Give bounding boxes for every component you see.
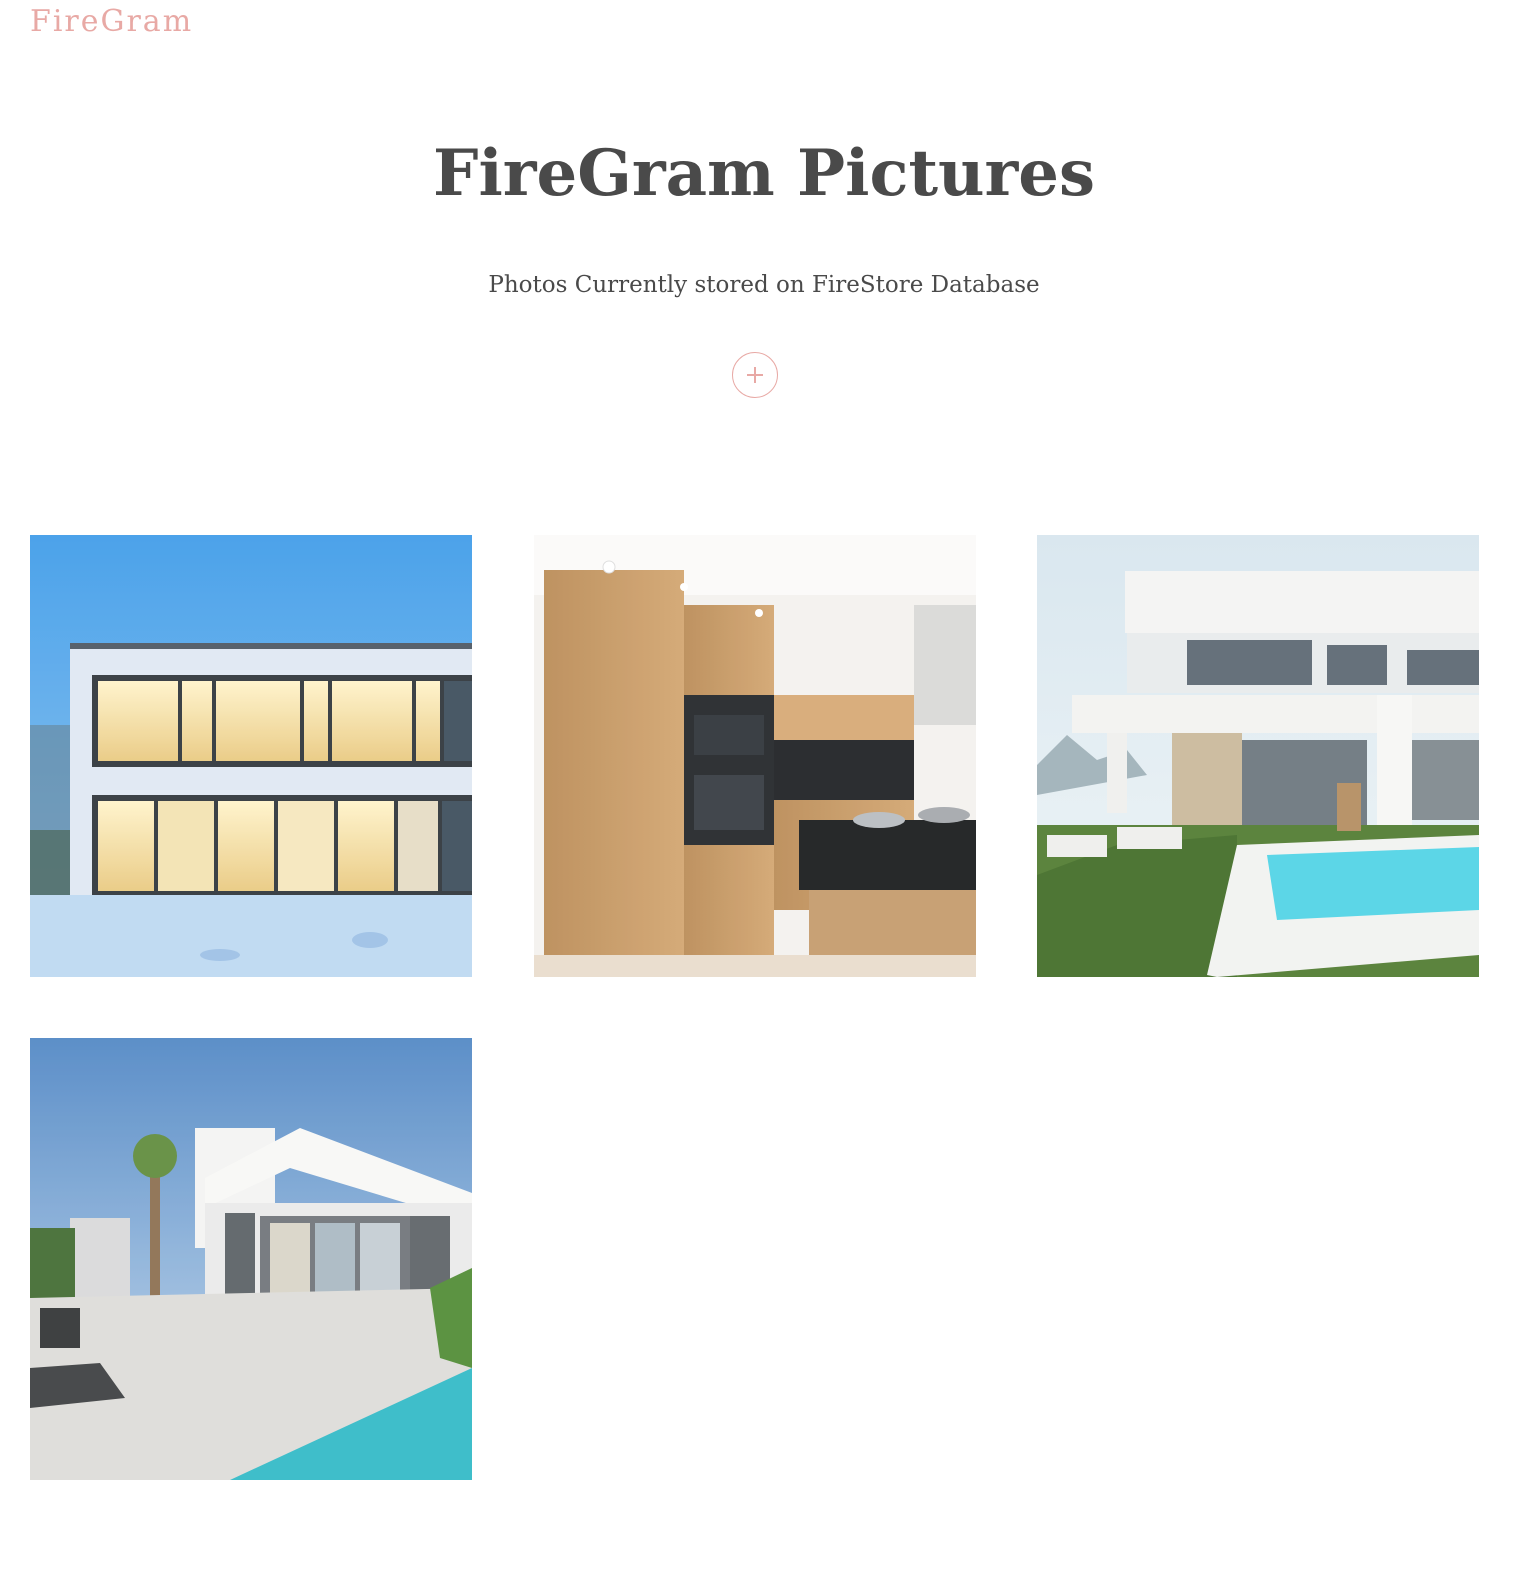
house-snow-photo — [30, 535, 472, 977]
gallery-image-house-snow[interactable] — [30, 535, 472, 977]
upload-button[interactable] — [732, 352, 778, 398]
page-subtitle: Photos Currently stored on FireStore Dat… — [488, 272, 1040, 298]
plus-icon — [747, 367, 763, 383]
house-palm-photo — [30, 1038, 472, 1480]
brand-logo[interactable]: FireGram — [30, 4, 193, 39]
gallery-image-kitchen[interactable] — [534, 535, 976, 977]
page: FireGram FireGram Pictures Photos Curren… — [0, 0, 1528, 1585]
gallery-image-villa-pool[interactable] — [1037, 535, 1479, 977]
page-title: FireGram Pictures — [433, 136, 1095, 211]
villa-pool-photo — [1037, 535, 1479, 977]
gallery-image-house-palm[interactable] — [30, 1038, 472, 1480]
kitchen-photo — [534, 535, 976, 977]
